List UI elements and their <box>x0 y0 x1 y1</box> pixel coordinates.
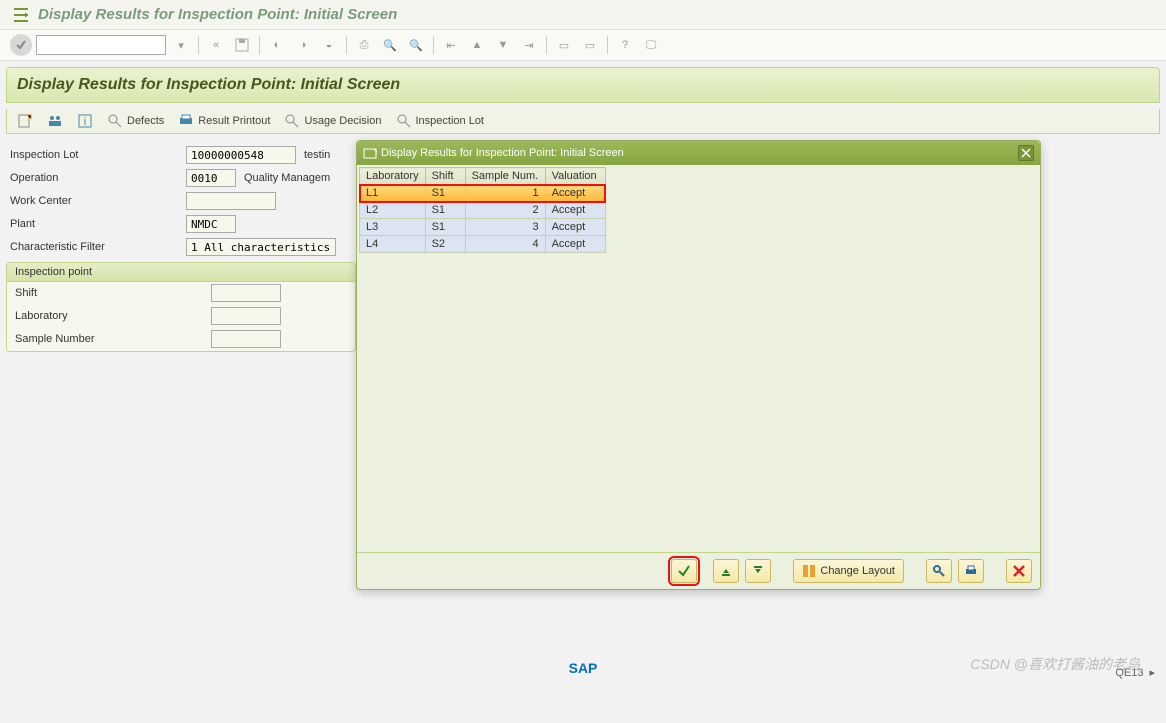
col-valuation[interactable]: Valuation <box>545 168 605 185</box>
char-filter-label: Characteristic Filter <box>6 241 186 253</box>
shift-field[interactable] <box>211 284 281 302</box>
accept-button[interactable] <box>671 559 697 583</box>
find-icon[interactable]: 🔍 <box>379 34 401 56</box>
plant-label: Plant <box>6 218 186 230</box>
status-arrow-icon[interactable]: ▸ <box>1149 666 1155 679</box>
operation-label: Operation <box>6 172 186 184</box>
dialog-icon <box>363 146 377 160</box>
back-icon[interactable]: « <box>205 34 227 56</box>
table-row[interactable]: L2S12Accept <box>360 202 606 219</box>
col-laboratory[interactable]: Laboratory <box>360 168 426 185</box>
local-layout-icon[interactable]: 🖵 <box>640 34 662 56</box>
status-bar: QE13 ▸ <box>1115 666 1155 679</box>
table-row[interactable]: L4S24Accept <box>360 236 606 253</box>
dropdown-icon[interactable]: ▾ <box>170 34 192 56</box>
standard-toolbar: ▾ « ◐ ◑ ◒ ⎙ 🔍 🔍 ⇤ ▲ ▼ ⇥ ▭ ▭ ? 🖵 <box>0 30 1166 61</box>
laboratory-label: Laboratory <box>11 310 211 322</box>
enter-button[interactable] <box>10 34 32 56</box>
table-row[interactable]: L1S11Accept <box>360 185 606 202</box>
inspection-lot-field[interactable] <box>186 146 296 164</box>
change-layout-button[interactable]: Change Layout <box>793 559 904 583</box>
menu-icon[interactable] <box>12 8 30 22</box>
inspection-lot-desc: testin <box>304 149 330 161</box>
inspection-points-table: Laboratory Shift Sample Num. Valuation L… <box>359 167 606 253</box>
users-button[interactable] <box>47 113 63 129</box>
shift-label: Shift <box>11 287 211 299</box>
sample-number-label: Sample Number <box>11 333 211 345</box>
inspection-lot-button[interactable]: Inspection Lot <box>396 113 485 129</box>
sap-logo: SAP <box>569 660 598 676</box>
close-icon[interactable] <box>1018 145 1034 161</box>
info-button[interactable]: i <box>77 113 93 129</box>
char-filter-field[interactable] <box>186 238 336 256</box>
form-area: Inspection Lot testin Operation Quality … <box>6 144 356 352</box>
sort-desc-button[interactable] <box>745 559 771 583</box>
find-next-icon[interactable]: 🔍 <box>405 34 427 56</box>
inspection-lot-label: Inspection Lot <box>6 149 186 161</box>
page-header: Display Results for Inspection Point: In… <box>6 67 1160 103</box>
defects-button[interactable]: Defects <box>107 113 164 129</box>
nav-back-icon[interactable]: ◐ <box>266 34 288 56</box>
operation-field[interactable] <box>186 169 236 187</box>
save-icon[interactable] <box>231 34 253 56</box>
dialog-title-bar: Display Results for Inspection Point: In… <box>357 141 1040 165</box>
operation-desc: Quality Managem <box>244 172 330 184</box>
prev-page-icon[interactable]: ▲ <box>466 34 488 56</box>
cancel-button[interactable] <box>1006 559 1032 583</box>
dialog-button-bar: Change Layout <box>357 552 1040 589</box>
help-icon[interactable]: ? <box>614 34 636 56</box>
find-button[interactable] <box>926 559 952 583</box>
last-page-icon[interactable]: ⇥ <box>518 34 540 56</box>
first-page-icon[interactable]: ⇤ <box>440 34 462 56</box>
command-field[interactable] <box>36 35 166 55</box>
next-page-icon[interactable]: ▼ <box>492 34 514 56</box>
new-session-icon[interactable]: ▭ <box>553 34 575 56</box>
app-toolbar: i Defects Result Printout Usage Decision… <box>6 109 1160 134</box>
sort-asc-button[interactable] <box>713 559 739 583</box>
nav-cancel-icon[interactable]: ◒ <box>318 34 340 56</box>
layout-icon[interactable]: ▭ <box>579 34 601 56</box>
usage-decision-button[interactable]: Usage Decision <box>284 113 381 129</box>
plant-field[interactable] <box>186 215 236 233</box>
svg-text:i: i <box>84 116 86 128</box>
work-center-field[interactable] <box>186 192 276 210</box>
app-title: Display Results for Inspection Point: In… <box>38 6 397 23</box>
sample-number-field[interactable] <box>211 330 281 348</box>
dialog-body: Laboratory Shift Sample Num. Valuation L… <box>357 165 1040 552</box>
print-button[interactable] <box>958 559 984 583</box>
dialog-title-text: Display Results for Inspection Point: In… <box>381 147 624 159</box>
inspection-point-dialog: Display Results for Inspection Point: In… <box>356 140 1041 590</box>
app-title-bar: Display Results for Inspection Point: In… <box>0 0 1166 30</box>
group-header: Inspection point <box>7 263 355 282</box>
new-item-button[interactable] <box>17 113 33 129</box>
laboratory-field[interactable] <box>211 307 281 325</box>
inspection-point-group: Inspection point Shift Laboratory Sample… <box>6 262 356 352</box>
nav-exit-icon[interactable]: ◑ <box>292 34 314 56</box>
print-icon[interactable]: ⎙ <box>353 34 375 56</box>
col-shift[interactable]: Shift <box>425 168 465 185</box>
result-printout-button[interactable]: Result Printout <box>178 113 270 129</box>
table-row[interactable]: L3S13Accept <box>360 219 606 236</box>
col-sample-num[interactable]: Sample Num. <box>465 168 545 185</box>
work-center-label: Work Center <box>6 195 186 207</box>
tcode-text: QE13 <box>1115 667 1143 679</box>
